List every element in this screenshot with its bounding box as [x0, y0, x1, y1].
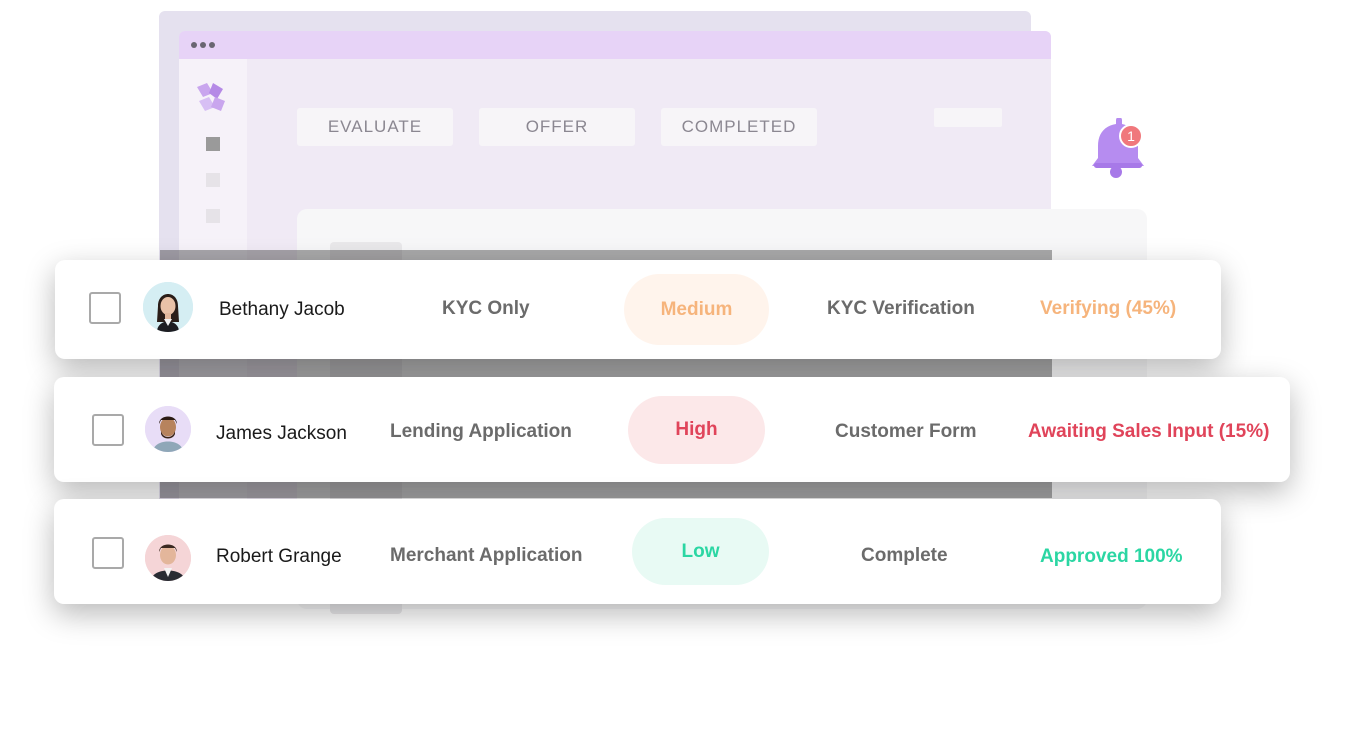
- title-bar: [179, 31, 1051, 59]
- priority-badge: Medium: [624, 274, 769, 345]
- avatar: [145, 535, 191, 581]
- current-step: KYC Verification: [827, 298, 975, 319]
- status-text: Verifying (45%): [1040, 298, 1177, 319]
- current-step: Customer Form: [835, 421, 977, 442]
- app-logo-icon: [197, 83, 225, 111]
- window-dot: [191, 42, 197, 48]
- tab-evaluate[interactable]: EVALUATE: [297, 108, 453, 146]
- stage: EVALUATE OFFER COMPLETED 1 Bethany Jacob…: [0, 0, 1351, 746]
- application-type: Merchant Application: [390, 545, 583, 566]
- avatar: [143, 282, 193, 332]
- table-row[interactable]: Bethany Jacob KYC Only Medium KYC Verifi…: [55, 260, 1221, 359]
- priority-badge: High: [628, 396, 765, 464]
- toolbar-placeholder[interactable]: [934, 108, 1002, 127]
- row-checkbox[interactable]: [89, 292, 121, 324]
- notification-badge: 1: [1119, 124, 1143, 148]
- customer-name: Robert Grange: [216, 546, 342, 567]
- application-type: Lending Application: [390, 421, 572, 442]
- avatar: [145, 406, 191, 452]
- status-text: Awaiting Sales Input (15%): [1028, 421, 1270, 442]
- sidebar-item-icon[interactable]: [206, 209, 220, 223]
- row-checkbox[interactable]: [92, 414, 124, 446]
- customer-name: James Jackson: [216, 423, 347, 444]
- window-dot: [200, 42, 206, 48]
- table-row[interactable]: Robert Grange Merchant Application Low C…: [54, 499, 1221, 604]
- window-dot: [209, 42, 215, 48]
- table-row[interactable]: James Jackson Lending Application High C…: [54, 377, 1290, 482]
- tab-offer[interactable]: OFFER: [479, 108, 635, 146]
- row-checkbox[interactable]: [92, 537, 124, 569]
- sidebar-item-icon[interactable]: [206, 137, 220, 151]
- status-text: Approved 100%: [1040, 546, 1183, 567]
- customer-name: Bethany Jacob: [219, 299, 345, 320]
- application-type: KYC Only: [442, 298, 530, 319]
- sidebar-item-icon[interactable]: [206, 173, 220, 187]
- tab-bar: EVALUATE OFFER COMPLETED: [297, 108, 817, 146]
- tab-completed[interactable]: COMPLETED: [661, 108, 817, 146]
- current-step: Complete: [861, 545, 948, 566]
- priority-badge: Low: [632, 518, 769, 585]
